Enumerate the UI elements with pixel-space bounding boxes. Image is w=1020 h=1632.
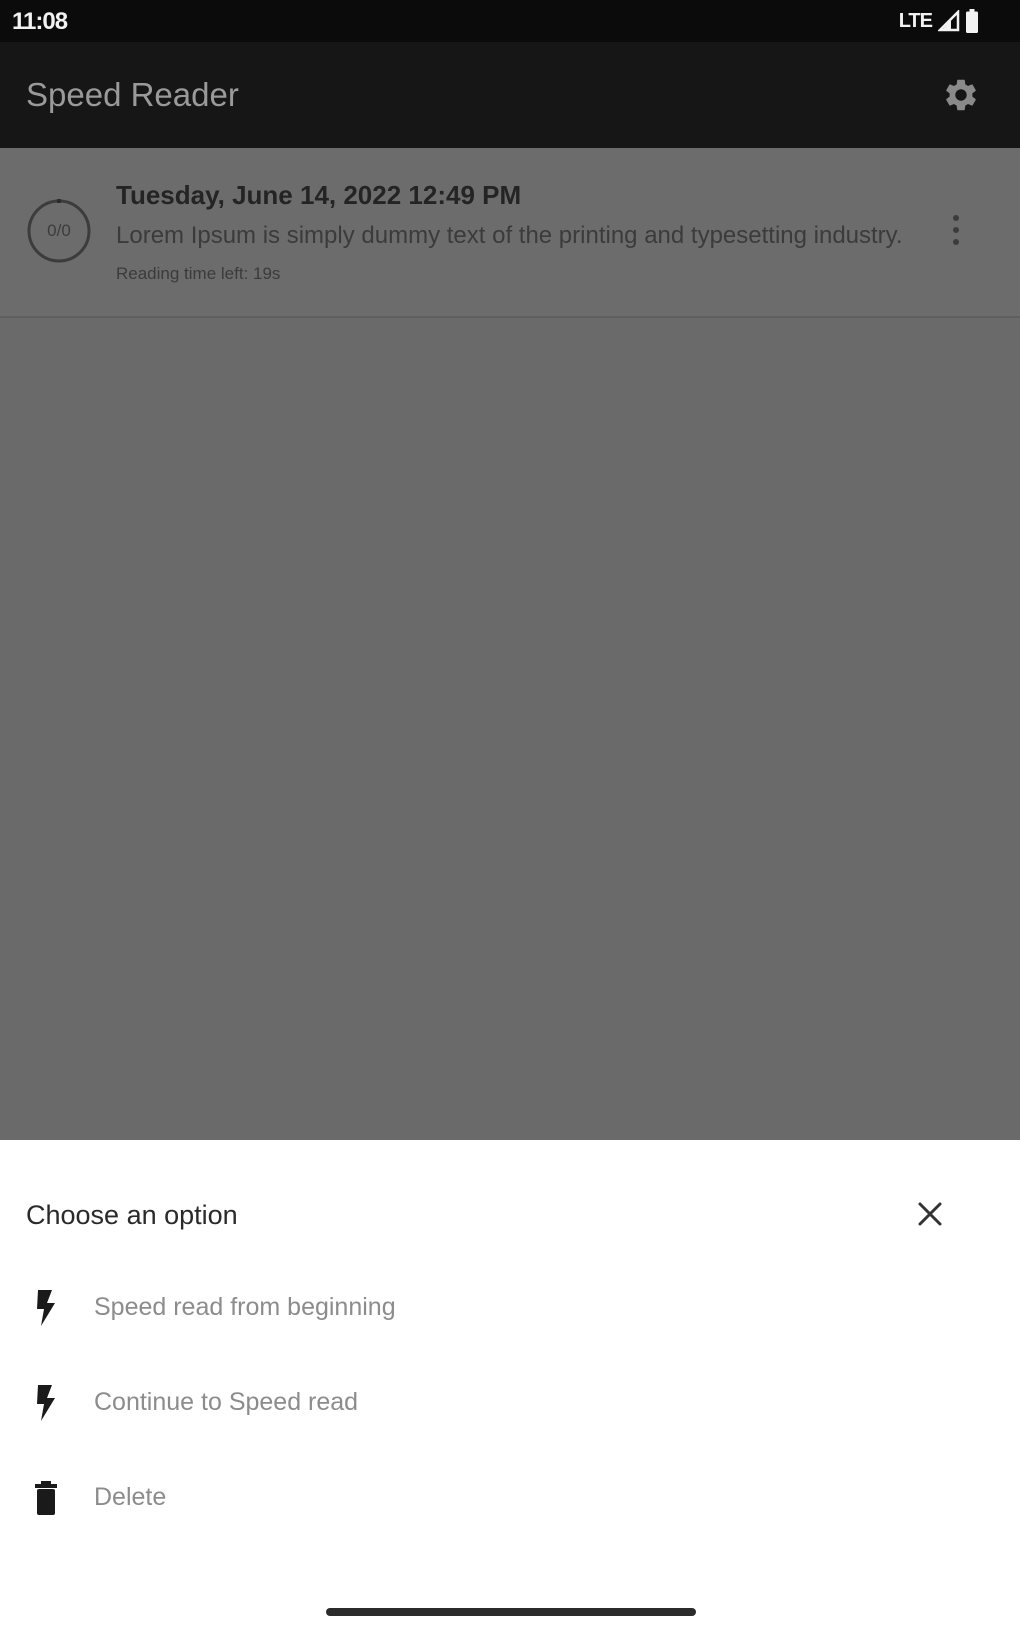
sheet-title: Choose an option [26, 1200, 238, 1230]
screen: 11:08 LTE Speed Reader 0/0 Tuesday, June… [0, 0, 1020, 1632]
option-speed-read-from-beginning[interactable]: Speed read from beginning [0, 1268, 1020, 1348]
more-vert-icon [953, 215, 959, 245]
settings-button[interactable] [940, 74, 982, 116]
option-continue-speed-read[interactable]: Continue to Speed read [0, 1363, 1020, 1443]
option-label: Continue to Speed read [94, 1388, 359, 1416]
gear-icon [946, 79, 976, 111]
reading-list: 0/0 Tuesday, June 14, 2022 12:49 PM Lore… [0, 148, 1020, 1140]
close-button[interactable] [908, 1192, 952, 1236]
signal-icon [938, 10, 960, 32]
trash-icon [32, 1478, 60, 1518]
list-item[interactable]: 0/0 Tuesday, June 14, 2022 12:49 PM Lore… [0, 148, 1020, 318]
item-preview: Lorem Ipsum is simply dummy text of the … [116, 222, 903, 249]
reading-time-left: Reading time left: 19s [116, 264, 281, 283]
option-label: Delete [94, 1483, 167, 1511]
app-bar: Speed Reader [0, 42, 1020, 148]
item-title: Tuesday, June 14, 2022 12:49 PM [116, 180, 522, 210]
app-title: Speed Reader [26, 76, 239, 113]
progress-label: 0/0 [47, 221, 71, 240]
status-bar: 11:08 LTE [0, 0, 1020, 42]
options-bottom-sheet: Choose an option Speed read from beginni… [0, 1140, 1020, 1632]
bolt-icon [32, 1288, 60, 1328]
status-time: 11:08 [12, 8, 68, 35]
progress-indicator: 0/0 [26, 198, 92, 264]
network-type: LTE [898, 9, 933, 32]
home-indicator[interactable] [326, 1608, 696, 1616]
bolt-icon [32, 1383, 60, 1423]
battery-icon [966, 9, 978, 33]
option-delete[interactable]: Delete [0, 1458, 1020, 1538]
status-icons: LTE [899, 7, 978, 35]
close-icon [918, 1202, 942, 1226]
more-options-button[interactable] [934, 208, 978, 252]
option-label: Speed read from beginning [94, 1293, 396, 1321]
